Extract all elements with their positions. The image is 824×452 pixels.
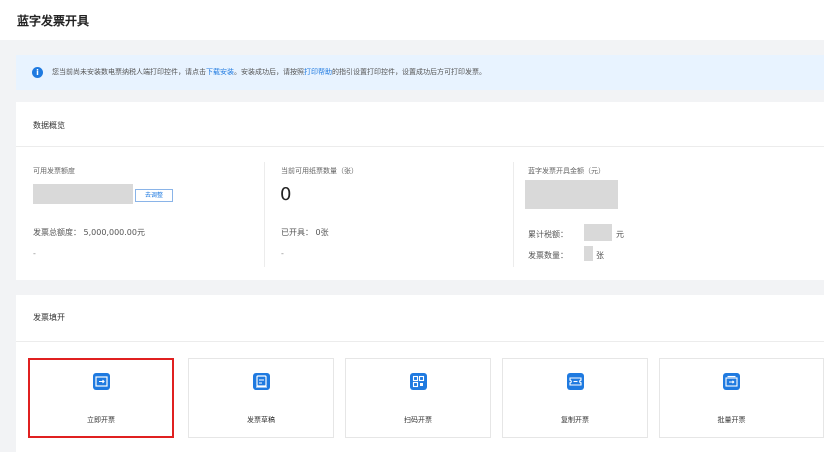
download-install-link[interactable]: 下载安装 [206, 68, 234, 76]
count-label: 发票数量： [528, 251, 568, 260]
masked-tax-value [584, 224, 612, 241]
column-separator [264, 162, 265, 267]
invoice-issue-card: 发票填开 立即开票 发票草稿 扫码开票 复制开票 批量开票 [16, 295, 824, 452]
print-help-link[interactable]: 打印帮助 [304, 68, 332, 76]
qr-code-icon [410, 373, 427, 390]
tile-label: 复制开票 [561, 416, 589, 424]
top-bar: 蓝字发票开具 [0, 0, 824, 40]
paper-count-value: 0 [280, 184, 292, 205]
instant-issue-icon [93, 373, 110, 390]
notice-text: 您当前尚未安装数电票纳税人端打印控件，请点击下载安装。安装成功后，请按照打印帮助… [52, 67, 486, 78]
tile-instant-issue[interactable]: 立即开票 [28, 358, 174, 438]
tax-unit: 元 [616, 230, 624, 239]
tile-invoice-draft[interactable]: 发票草稿 [188, 358, 334, 438]
divider [16, 341, 824, 342]
notice-text-part: 的指引设置打印控件，设置成功后方可打印发票。 [332, 68, 486, 76]
masked-quota-value [33, 184, 133, 204]
notice-text-part: 您当前尚未安装数电票纳税人端打印控件，请点击 [52, 68, 206, 76]
count-unit: 张 [596, 251, 604, 260]
paper-count-label: 当前可用纸票数量（张） [281, 167, 358, 175]
column-separator [513, 162, 514, 267]
total-quota-text: 发票总额度： 5,000,000.00元 [33, 228, 145, 237]
tile-label: 发票草稿 [247, 416, 275, 424]
tax-label: 累计税额： [528, 230, 568, 239]
adjust-quota-button[interactable]: 去调整 [135, 189, 173, 202]
tile-label: 批量开票 [717, 416, 746, 424]
issue-title: 发票填开 [33, 313, 65, 322]
tile-label: 立即开票 [87, 416, 115, 424]
tile-batch-issue[interactable]: 批量开票 [659, 358, 824, 438]
batch-issue-icon [723, 373, 740, 390]
divider [16, 146, 824, 147]
data-overview-card: 数据概览 可用发票额度 去调整 发票总额度： 5,000,000.00元 - 当… [16, 102, 824, 280]
masked-amount-value [525, 180, 618, 209]
info-icon: i [32, 67, 43, 78]
blue-amount-label: 蓝字发票开具金额（元） [528, 167, 605, 175]
overview-title: 数据概览 [33, 121, 65, 130]
tile-label: 扫码开票 [404, 416, 432, 424]
tile-scan-issue[interactable]: 扫码开票 [345, 358, 491, 438]
masked-count-value [584, 246, 593, 261]
quota-footer: - [33, 249, 36, 258]
print-plugin-notice: i 您当前尚未安装数电票纳税人端打印控件，请点击下载安装。安装成功后，请按照打印… [16, 55, 824, 90]
draft-icon [253, 373, 270, 390]
available-quota-label: 可用发票额度 [33, 167, 75, 175]
notice-text-part: 。安装成功后，请按照 [234, 68, 304, 76]
page-title: 蓝字发票开具 [17, 14, 90, 28]
tile-copy-issue[interactable]: 复制开票 [502, 358, 648, 438]
copy-ticket-icon [567, 373, 584, 390]
paper-issued-text: 已开具： 0张 [281, 228, 329, 237]
paper-footer: - [281, 249, 284, 258]
